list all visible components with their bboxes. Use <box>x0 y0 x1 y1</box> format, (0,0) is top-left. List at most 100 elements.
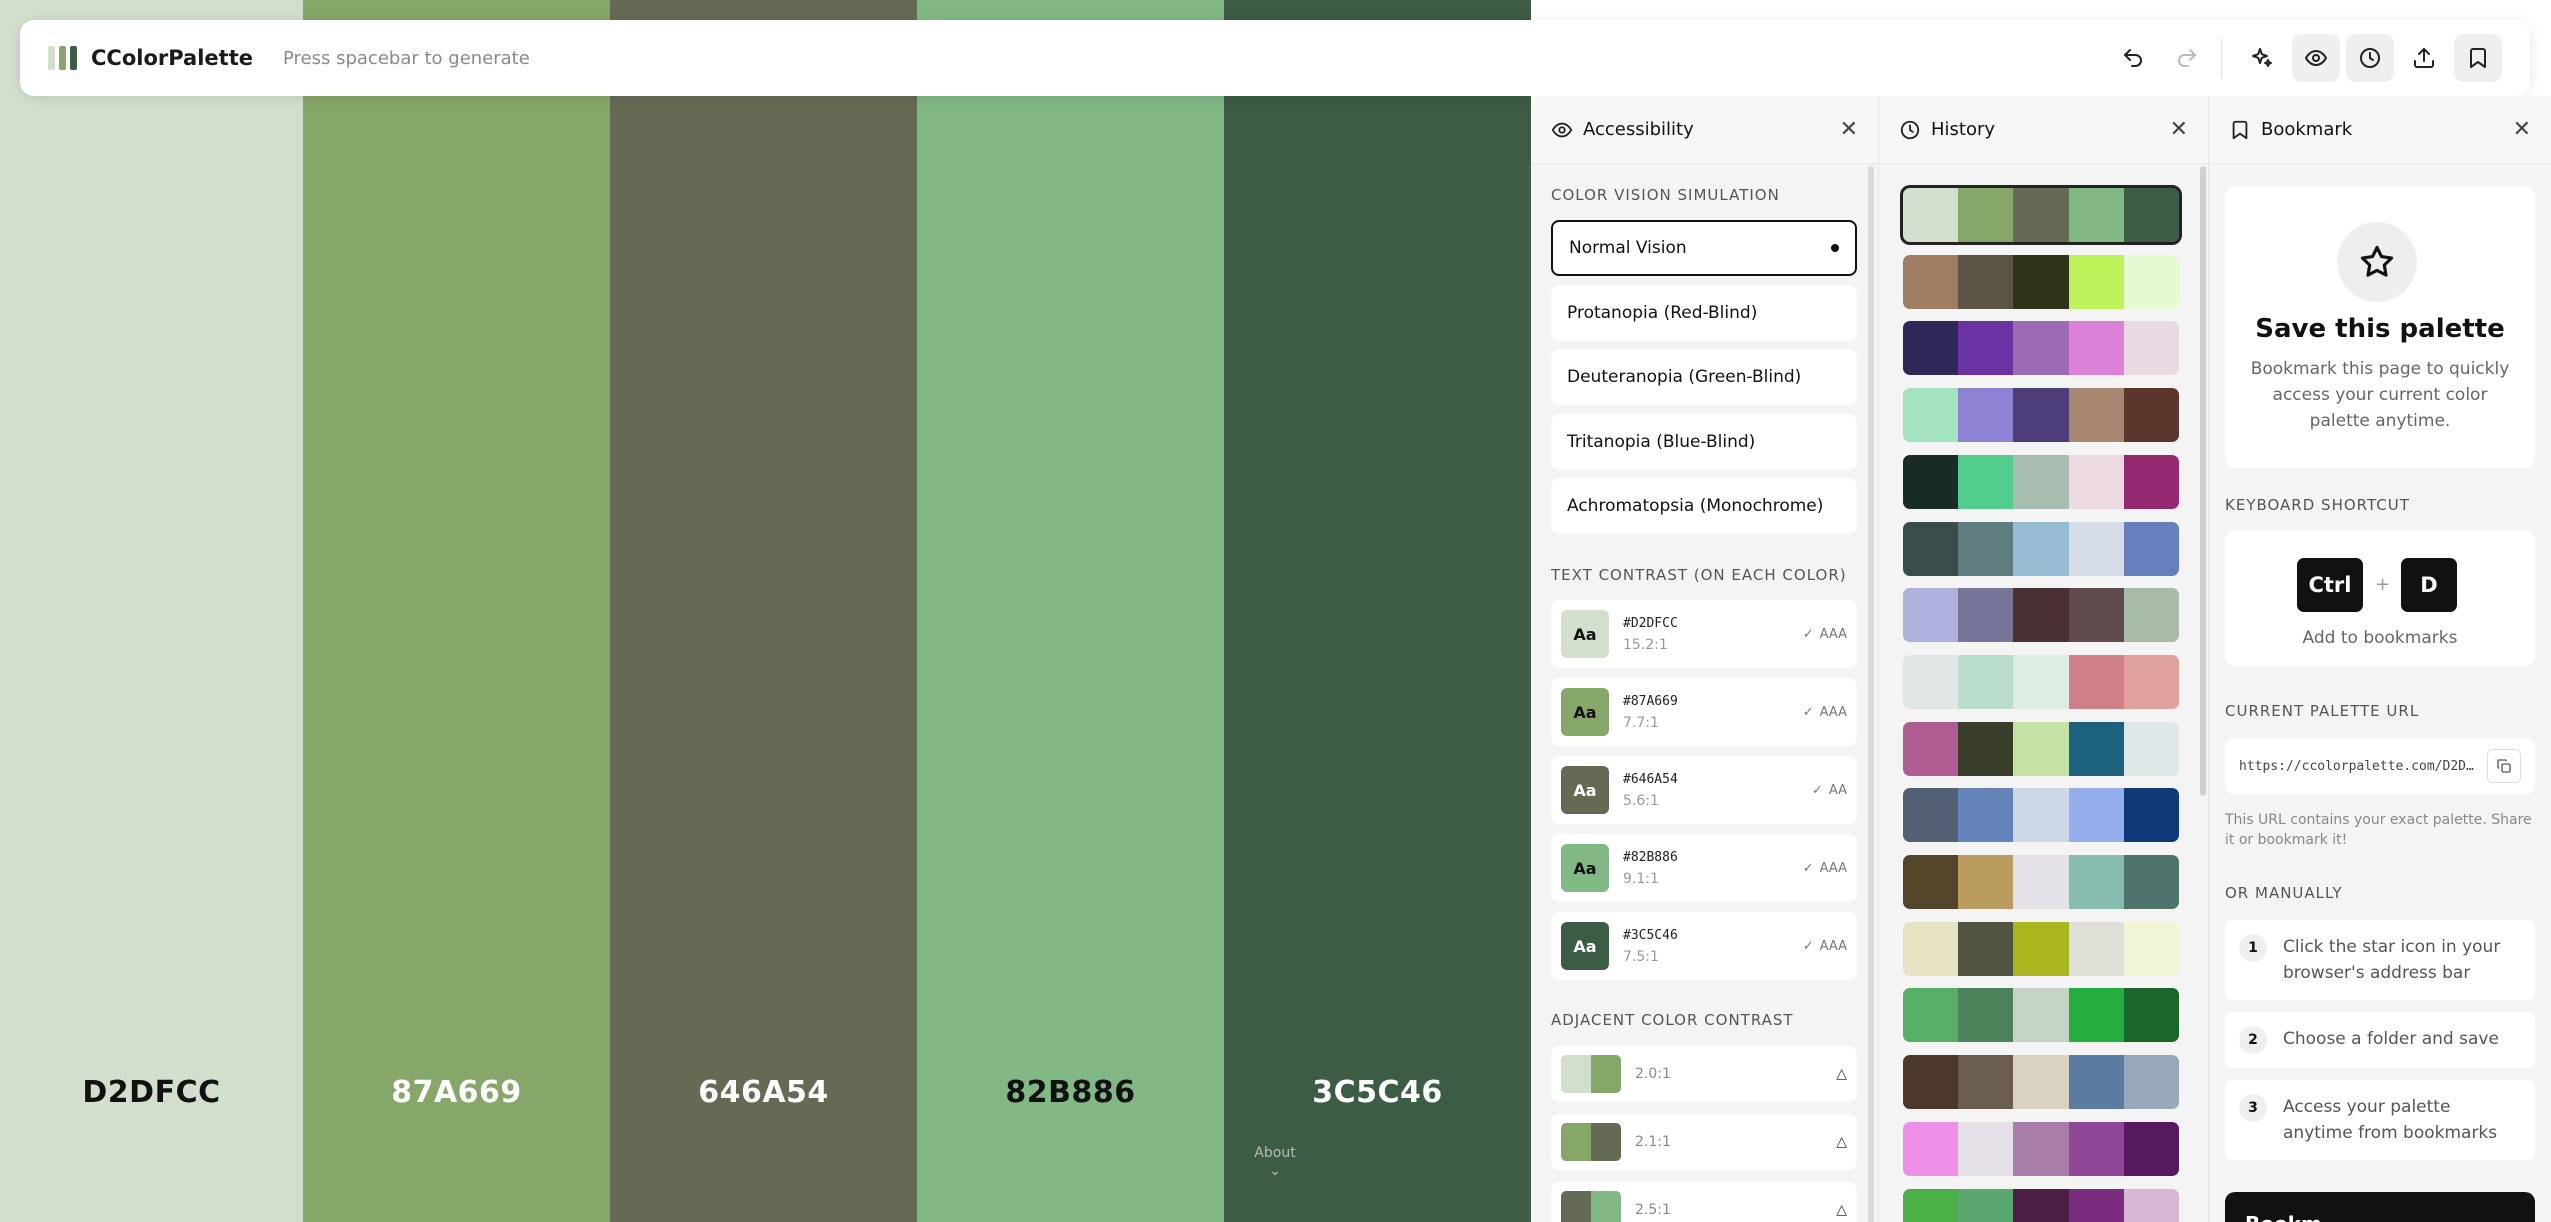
brand-name[interactable]: CColorPalette <box>91 46 253 70</box>
redo-icon <box>2178 49 2196 67</box>
ai-generate-button[interactable] <box>2238 34 2286 82</box>
close-icon[interactable]: ✕ <box>2513 117 2531 142</box>
manual-step: 1 Click the star icon in your browser's … <box>2225 920 2535 1000</box>
copy-icon <box>2497 759 2511 773</box>
shortcut-description: Add to bookmarks <box>2302 628 2458 648</box>
palette-area: D2DFCC 87A669 646A54 82B886 3C5C46 <box>0 0 1531 1222</box>
text-contrast-row: Aa #82B886 9.1:1 ✓ AAA <box>1551 834 1857 902</box>
contrast-sample: Aa <box>1561 844 1609 892</box>
section-label: Or Manually <box>2225 884 2343 902</box>
contrast-level-label: AAA <box>1819 626 1847 642</box>
contrast-level: ✓ AAA <box>1803 627 1847 642</box>
palette-url[interactable]: https://ccolorpalette.com/D2DFCC-87A669-… <box>2239 759 2479 774</box>
section-label: Adjacent Color Contrast <box>1551 1011 1794 1029</box>
swatch-hex-label[interactable]: D2DFCC <box>0 1075 303 1110</box>
history-palette-item[interactable] <box>1903 855 2179 909</box>
toolbar-divider <box>2221 38 2222 78</box>
history-palette-item[interactable] <box>1903 788 2179 843</box>
plus-sign: + <box>2375 574 2391 595</box>
step-text: Choose a folder and save <box>2283 1029 2499 1049</box>
history-palette-item[interactable] <box>1903 521 2179 576</box>
clock-icon <box>2360 48 2380 68</box>
bookmark-action-button[interactable]: Bookm <box>2225 1192 2535 1222</box>
about-link[interactable]: About ⌄ <box>1225 1145 1325 1179</box>
color-pair <box>1561 1191 1621 1222</box>
contrast-hex: #D2DFCC <box>1623 615 1678 631</box>
vision-option-label: Deuteranopia (Green-Blind) <box>1567 367 1802 387</box>
history-palette-item[interactable] <box>1903 1055 2179 1110</box>
history-palette-item[interactable] <box>1903 1188 2179 1222</box>
history-palette-item[interactable] <box>1903 654 2179 709</box>
swatch-hex-label[interactable]: 646A54 <box>610 1075 917 1110</box>
swatch-hex-label[interactable]: 87A669 <box>303 1075 610 1110</box>
history-palette-item[interactable] <box>1903 254 2179 309</box>
contrast-info: #82B886 9.1:1 <box>1623 850 1803 887</box>
history-button[interactable] <box>2346 34 2394 82</box>
keyboard-shortcut-card: Ctrl + D Add to bookmarks <box>2225 530 2535 666</box>
contrast-level: ✓ AAA <box>1803 939 1847 954</box>
undo-icon <box>2124 49 2142 67</box>
vision-option-tritanopia[interactable]: Tritanopia (Blue-Blind) <box>1551 414 1857 470</box>
undo-button[interactable] <box>2109 34 2157 82</box>
logo-icon <box>48 46 77 70</box>
history-palette-item[interactable] <box>1903 988 2179 1043</box>
check-icon: ✓ <box>1802 860 1814 876</box>
export-button[interactable] <box>2400 34 2448 82</box>
adjacent-contrast-row: 2.0:1 △ <box>1551 1046 1857 1102</box>
vision-option-deuteranopia[interactable]: Deuteranopia (Green-Blind) <box>1551 349 1857 405</box>
color-swatch-5[interactable]: 3C5C46 <box>1224 0 1531 1222</box>
contrast-ratio: 7.5:1 <box>1623 948 1659 965</box>
selected-dot-icon <box>1831 244 1839 252</box>
panel-title: Bookmark <box>2261 119 2353 140</box>
contrast-sample: Aa <box>1561 766 1609 814</box>
panel-title: Accessibility <box>1583 119 1694 140</box>
check-icon: ✓ <box>1811 782 1823 798</box>
history-palette-item[interactable] <box>1903 454 2179 509</box>
accessibility-button[interactable] <box>2292 34 2340 82</box>
step-number: 1 <box>2239 934 2267 962</box>
scrollbar[interactable] <box>1868 166 1874 1222</box>
generate-hint: Press spacebar to generate <box>283 47 530 69</box>
copy-url-button[interactable] <box>2487 749 2521 783</box>
vision-option-normal[interactable]: Normal Vision <box>1551 220 1857 276</box>
section-label: Current Palette URL <box>2225 702 2420 720</box>
sparkles-icon <box>2252 48 2272 67</box>
palette-url-field[interactable]: https://ccolorpalette.com/D2DFCC-87A669-… <box>2225 738 2535 794</box>
contrast-level: ✓ AAA <box>1803 705 1847 720</box>
bookmark-button[interactable] <box>2454 34 2502 82</box>
step-text: Click the star icon in your browser's ad… <box>2283 937 2501 983</box>
history-palette-item[interactable] <box>1903 1121 2179 1176</box>
chevron-down-icon: ⌄ <box>1269 1163 1281 1179</box>
close-icon[interactable]: ✕ <box>1840 117 1858 142</box>
history-palette-item[interactable] <box>1900 185 2182 245</box>
redo-button[interactable] <box>2163 34 2211 82</box>
adjacent-ratio: 2.1:1 <box>1635 1134 1671 1150</box>
color-swatch-4[interactable]: 82B886 <box>917 0 1224 1222</box>
vision-option-label: Protanopia (Red-Blind) <box>1567 303 1758 323</box>
swatch-hex-label[interactable]: 3C5C46 <box>1224 1075 1531 1110</box>
history-panel: History ✕ <box>1879 96 2209 1222</box>
history-palette-item[interactable] <box>1903 388 2179 443</box>
color-swatch-2[interactable]: 87A669 <box>303 0 610 1222</box>
scrollbar[interactable] <box>2200 166 2206 796</box>
color-swatch-1[interactable]: D2DFCC <box>0 0 303 1222</box>
vision-option-achromatopsia[interactable]: Achromatopsia (Monochrome) <box>1551 478 1857 534</box>
history-palette-item[interactable] <box>1903 588 2179 643</box>
save-description: Bookmark this page to quickly access you… <box>2250 359 2510 431</box>
history-palette-item[interactable] <box>1903 721 2179 776</box>
d-key: D <box>2401 558 2457 612</box>
swatch-hex-label[interactable]: 82B886 <box>917 1075 1224 1110</box>
contrast-ratio: 9.1:1 <box>1623 870 1659 887</box>
step-number: 3 <box>2239 1094 2267 1122</box>
close-icon[interactable]: ✕ <box>2170 117 2188 142</box>
history-palette-item[interactable] <box>1903 321 2179 376</box>
contrast-level-label: AA <box>1828 782 1847 798</box>
save-palette-card: Save this palette Bookmark this page to … <box>2225 186 2535 468</box>
star-icon <box>2337 222 2417 302</box>
color-swatch-3[interactable]: 646A54 <box>610 0 917 1222</box>
adjacent-contrast-row: 2.5:1 △ <box>1551 1182 1857 1222</box>
vision-option-protanopia[interactable]: Protanopia (Red-Blind) <box>1551 285 1857 341</box>
contrast-sample: Aa <box>1561 922 1609 970</box>
history-palette-item[interactable] <box>1903 921 2179 976</box>
manual-step: 2 Choose a folder and save <box>2225 1012 2535 1068</box>
